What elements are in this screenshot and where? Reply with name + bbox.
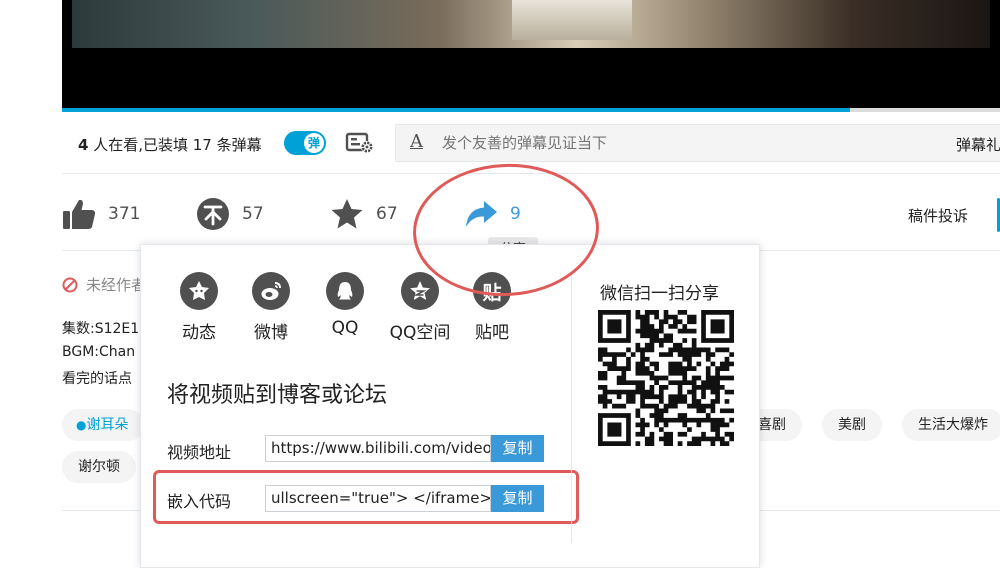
platform-label: QQ bbox=[331, 318, 359, 338]
share-weibo-button[interactable]: 微博 bbox=[233, 272, 309, 343]
like-count: 371 bbox=[108, 204, 141, 224]
font-style-icon[interactable]: A bbox=[410, 131, 423, 152]
no-repost-text: 未经作者 bbox=[86, 276, 147, 294]
viewer-info: 4 人在看,已装填 17 条弹幕 bbox=[78, 134, 262, 155]
tag-sheldon-topic[interactable]: ●​ 谢耳朵 bbox=[62, 409, 145, 441]
viewer-count: 4 bbox=[78, 136, 89, 154]
platform-label: 贴吧 bbox=[475, 323, 509, 343]
platform-label: 动态 bbox=[182, 323, 216, 343]
favorite-button[interactable]: 67 bbox=[330, 196, 398, 232]
like-button[interactable]: 371 bbox=[62, 196, 140, 232]
description-line: 集数:S12E1 bbox=[62, 321, 140, 337]
embed-title: 将视频贴到博客或论坛 bbox=[167, 383, 388, 408]
viewer-text: 人在看,已装填 bbox=[88, 136, 193, 154]
danmaku-settings-icon[interactable] bbox=[345, 131, 375, 155]
qr-code bbox=[598, 310, 734, 446]
video-url-label: 视频地址 bbox=[167, 443, 232, 462]
video-frame bbox=[72, 0, 990, 48]
danmaku-text: 条弹幕 bbox=[211, 136, 262, 154]
danmaku-input[interactable] bbox=[442, 134, 862, 152]
copy-url-button[interactable]: 复制 bbox=[491, 435, 544, 462]
video-player[interactable] bbox=[62, 0, 1000, 108]
wechat-share-title: 微信扫一扫分享 bbox=[600, 284, 719, 304]
tag-us-drama[interactable]: 美剧 bbox=[822, 409, 882, 441]
danmaku-toggle[interactable]: 弹 bbox=[284, 131, 326, 155]
qq-icon bbox=[326, 272, 364, 310]
dynamic-icon bbox=[180, 272, 218, 310]
tag-big-bang-theory[interactable]: 生活大爆炸 bbox=[902, 409, 1000, 441]
danmaku-input-box: A 弹幕礼 bbox=[395, 124, 1000, 162]
weibo-icon bbox=[252, 272, 290, 310]
danmaku-toggle-label: 弹 bbox=[304, 133, 324, 153]
share-qq-button[interactable]: QQ bbox=[307, 272, 383, 338]
panel-divider bbox=[571, 273, 572, 543]
tag-label: 谢耳朵 bbox=[86, 417, 129, 433]
description-line: 看完的话点 bbox=[62, 371, 132, 387]
thumbs-up-icon bbox=[63, 199, 96, 229]
danmaku-etiquette-link[interactable]: 弹幕礼 bbox=[956, 134, 1000, 155]
tag-sheldon[interactable]: 谢尔顿 bbox=[62, 451, 136, 483]
no-repost-notice: 未经作者 bbox=[62, 274, 146, 295]
star-icon bbox=[331, 199, 363, 229]
share-panel: 动态 微博 QQ QQ空间 贴 贴吧 将视频贴到博客或论坛 视频地址 https… bbox=[140, 244, 760, 568]
danmaku-count: 17 bbox=[192, 136, 212, 154]
coin-button[interactable]: 57 bbox=[196, 196, 264, 232]
coin-icon bbox=[197, 198, 229, 230]
annotation-highlight-box bbox=[153, 470, 579, 524]
platform-label: QQ空间 bbox=[389, 323, 451, 343]
share-dynamic-button[interactable]: 动态 bbox=[161, 272, 237, 343]
video-url-field[interactable]: https://www.bilibili.com/video bbox=[265, 435, 491, 462]
qzone-icon bbox=[401, 272, 439, 310]
report-link[interactable]: 稿件投诉 bbox=[908, 205, 968, 226]
platform-label: 微博 bbox=[254, 323, 288, 343]
prohibited-icon bbox=[62, 277, 78, 292]
description-line: BGM:Chan bbox=[62, 344, 136, 360]
favorite-count: 67 bbox=[376, 204, 398, 224]
topic-icon: ●​ bbox=[76, 418, 87, 432]
coin-count: 57 bbox=[242, 204, 264, 224]
